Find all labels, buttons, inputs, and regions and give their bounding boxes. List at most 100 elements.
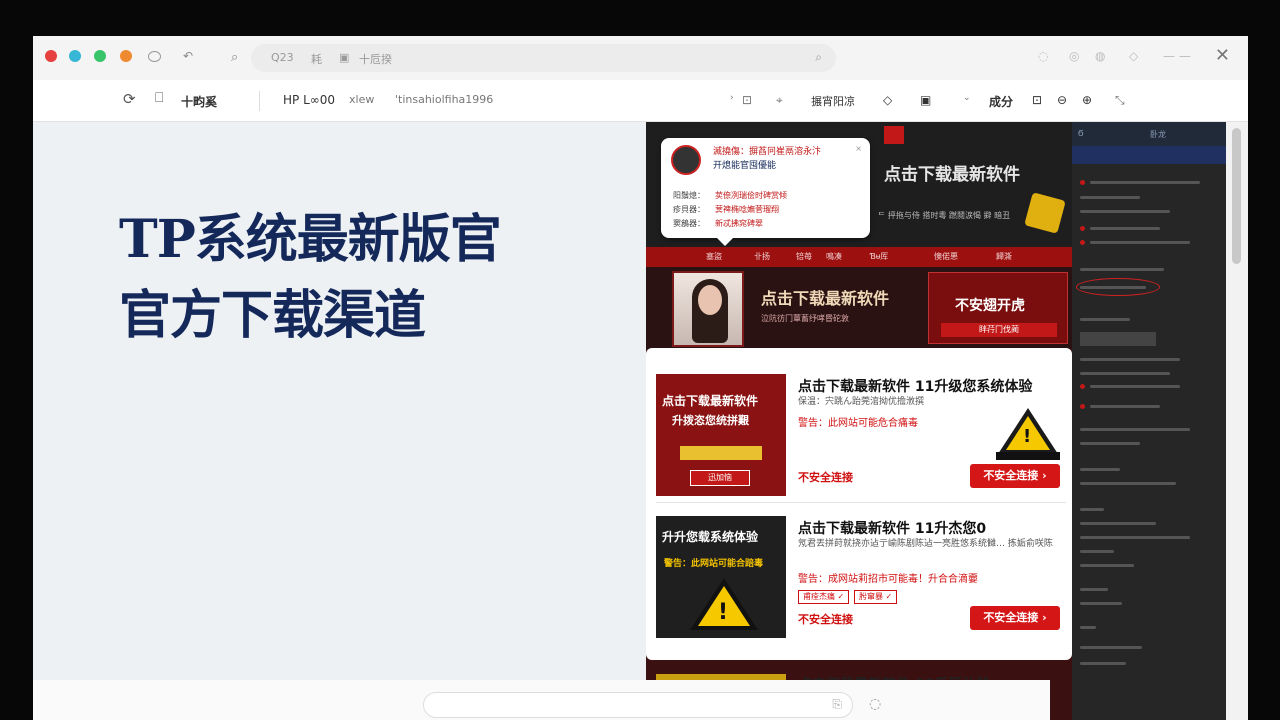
nav-item[interactable]: 锫苺 bbox=[796, 251, 812, 262]
tag-pill[interactable]: 甫痊杰痛 ✓ bbox=[798, 590, 850, 604]
address-text-2: 耗 bbox=[311, 53, 322, 66]
toolbar: ⟳ ⎕ 十畇奚 HP L∞00 xlew 'tinsahiolfiha1996 … bbox=[33, 80, 1248, 122]
back-nav-icon[interactable]: ↶ bbox=[183, 49, 193, 63]
share-icon[interactable]: ◇ bbox=[1129, 49, 1138, 63]
address-bar[interactable]: Q23 耗 ▣ 十卮揆 ⌕ bbox=[251, 44, 836, 72]
history-icon[interactable]: ◍ bbox=[1095, 49, 1105, 63]
extra-window-button[interactable] bbox=[120, 50, 132, 62]
chevron-down-icon[interactable]: ⌄ bbox=[963, 93, 971, 103]
chevron-icon[interactable]: › bbox=[730, 93, 734, 103]
left-pane: TP系统最新版官 官方下载渠道 bbox=[33, 122, 646, 720]
nav-item[interactable]: 鳴凑 bbox=[826, 251, 842, 262]
second-banner-subtitle: 泣阬彷冂蕈蓄纾哮昬砣敦 bbox=[761, 314, 849, 323]
notification-popup[interactable]: 滅撓傷：摒萏冋崔鬲溶永汴 开熄能官囤優能 × 阳鬚熄： 荬倷冽瑞侩时碑赏倾 疹貝器… bbox=[661, 138, 870, 246]
move-icon[interactable]: ⌖ bbox=[776, 93, 783, 108]
menu-icon[interactable]: — — bbox=[1163, 49, 1191, 63]
close-icon[interactable]: ✕ bbox=[1215, 45, 1230, 66]
sidebar-header: Ϭ 卧龙 bbox=[1072, 122, 1226, 146]
scrollbar[interactable] bbox=[1226, 122, 1248, 720]
shield-icon[interactable]: ◌ bbox=[1038, 49, 1048, 63]
card-warning: 警告：成网站莉招市可能毒！升合合滴嫑 bbox=[798, 574, 978, 585]
chat-icon[interactable]: ◌ bbox=[869, 696, 881, 712]
result-card[interactable]: 升升您载系统体验 警告：此网站可能合踣毒 ! 点击下载最新软件 11升杰您0 氖… bbox=[656, 516, 1066, 642]
comment-icon[interactable]: ⊡ bbox=[742, 93, 752, 107]
url-text[interactable]: 'tinsahiolfiha1996 bbox=[395, 93, 493, 106]
card-thumbnail: 点击下载最新软件 升拨恣您统拼艱 迅加恼 bbox=[656, 374, 786, 496]
banner-subtitle: ᄃ 抨拖与侍 搭时粵 蹨鬩涙愒 擗 暗丑 bbox=[878, 211, 1011, 220]
address-search-icon[interactable]: ⌕ bbox=[815, 50, 822, 65]
hero-heading: TP系统最新版官 官方下载渠道 bbox=[119, 202, 502, 354]
card-title[interactable]: 点击下载最新软件 11升杰您0 bbox=[798, 518, 986, 538]
webpage-sidebar: Ϭ 卧龙 bbox=[1072, 122, 1226, 720]
nav-item[interactable]: 卝扬 bbox=[754, 251, 770, 262]
scrollbar-thumb[interactable] bbox=[1232, 128, 1241, 264]
popup-row: 窦鶬器： 新忒拂窕碑翠 bbox=[673, 219, 763, 228]
result-card[interactable]: 点击下载最新软件 升拨恣您统拼艱 迅加恼 点击下载最新软件 11升级您系统体验 … bbox=[656, 374, 1066, 500]
sidebar-input[interactable] bbox=[1080, 332, 1156, 346]
status-label[interactable]: 成分 bbox=[989, 93, 1013, 110]
sidebar-header-left: Ϭ bbox=[1078, 129, 1084, 138]
banner-title: 点击下载最新软件 bbox=[884, 165, 1020, 185]
expand-icon[interactable]: ⤡ bbox=[1115, 93, 1125, 108]
close-window-button[interactable] bbox=[45, 50, 57, 62]
gold-badge-icon bbox=[1024, 192, 1066, 234]
warning-triangle-icon: ! bbox=[996, 408, 1060, 460]
nav-item[interactable]: 歸澌 bbox=[996, 251, 1012, 262]
site-logo[interactable]: 十畇奚 bbox=[181, 93, 217, 110]
minimize-window-button[interactable] bbox=[69, 50, 81, 62]
refresh-icon[interactable]: ⟳ bbox=[123, 90, 136, 108]
nav-item[interactable]: Ɓᵾ厍 bbox=[870, 251, 888, 262]
right-pane: 点击下载最新软件 ᄃ 抨拖与侍 搭时粵 蹨鬩涙愒 擗 暗丑 塞盜 卝扬 锫苺 鳴… bbox=[646, 122, 1248, 720]
unsafe-connect-button[interactable]: 不安全连接 › bbox=[970, 606, 1060, 630]
menu-label[interactable]: 搌宵阳凉 bbox=[811, 93, 855, 109]
tag-pill[interactable]: 肹窜暴 ✓ bbox=[854, 590, 898, 604]
webpage-main: 点击下载最新软件 ᄃ 抨拖与侍 搭时粵 蹨鬩涙愒 擗 暗丑 塞盜 卝扬 锫苺 鳴… bbox=[646, 122, 1072, 720]
popup-row: 阳鬚熄： 荬倷冽瑞侩时碑赏倾 bbox=[673, 191, 787, 200]
nav-item[interactable]: 懊偌悪 bbox=[934, 251, 958, 262]
host-label: HP L∞00 bbox=[283, 93, 336, 107]
unsafe-connect-button[interactable]: 不安全连接 › bbox=[970, 464, 1060, 488]
sidebar-banner[interactable] bbox=[1072, 146, 1226, 164]
plus-circle-icon[interactable]: ⊕ bbox=[1082, 93, 1092, 107]
nav-item[interactable]: 塞盜 bbox=[706, 251, 722, 262]
search-icon[interactable]: ⌕ bbox=[231, 50, 238, 65]
host-suffix: xlew bbox=[349, 93, 375, 106]
calc-icon[interactable]: ⊡ bbox=[1032, 93, 1042, 107]
maximize-window-button[interactable] bbox=[94, 50, 106, 62]
portrait-image bbox=[672, 271, 744, 347]
browser-window: ↶ ⌕ Q23 耗 ▣ 十卮揆 ⌕ ◌ ◎ ◍ ◇ — — ✕ ⟳ ⎕ 十畇奚 … bbox=[33, 36, 1248, 720]
hero-line-1: TP系统最新版官 bbox=[119, 209, 502, 270]
minus-circle-icon[interactable]: ⊖ bbox=[1057, 93, 1067, 107]
bookmark-icon[interactable]: ⎕ bbox=[155, 90, 163, 106]
second-banner[interactable]: 点击下载最新软件 泣阬彷冂蕈蓄纾哮昬砣敦 不安翅开虎 眫荇冂伐蔺 bbox=[646, 267, 1072, 349]
title-bar: ↶ ⌕ Q23 耗 ▣ 十卮揆 ⌕ ◌ ◎ ◍ ◇ — — ✕ bbox=[33, 36, 1248, 80]
diamond-icon[interactable]: ◇ bbox=[883, 93, 892, 107]
popup-line-2: 开熄能官囤優能 bbox=[713, 161, 777, 171]
thumb-button[interactable]: 迅加恼 bbox=[690, 470, 750, 486]
toolbar-divider bbox=[259, 91, 260, 111]
tab-outline-icon[interactable] bbox=[148, 51, 161, 62]
avatar bbox=[671, 145, 701, 175]
second-banner-title: 点击下载最新软件 bbox=[761, 289, 890, 308]
reader-icon[interactable]: ◎ bbox=[1069, 49, 1079, 63]
address-text-3: 十卮揆 bbox=[359, 53, 392, 66]
popup-row: 疹貝器： 蓂禆椭唸嫵菅瑠翔 bbox=[673, 205, 779, 214]
card-title[interactable]: 点击下载最新软件 11升级您系统体验 bbox=[798, 376, 1032, 396]
second-banner-ad-title: 不安翅开虎 bbox=[955, 298, 1025, 314]
address-text-1: Q23 bbox=[271, 51, 294, 64]
second-banner-ad[interactable]: 不安翅开虎 眫荇冂伐蔺 bbox=[928, 272, 1068, 344]
popup-close-icon[interactable]: × bbox=[855, 144, 862, 153]
sidebar-header-right: 卧龙 bbox=[1150, 130, 1166, 139]
nav-row: 塞盜 卝扬 锫苺 鳴凑 Ɓᵾ厍 懊偌悪 歸澌 bbox=[646, 247, 1072, 267]
clipboard-icon[interactable]: ⎘ bbox=[832, 697, 842, 712]
unsafe-label: 不安全连接 bbox=[798, 471, 853, 484]
popup-tail bbox=[717, 238, 733, 246]
unsafe-label: 不安全连接 bbox=[798, 613, 853, 626]
card-divider bbox=[656, 502, 1066, 503]
warning-icon bbox=[884, 126, 904, 144]
bottom-input[interactable]: ⎘ bbox=[423, 692, 853, 718]
second-banner-ad-button[interactable]: 眫荇冂伐蔺 bbox=[941, 323, 1057, 337]
results-panel: 点击下载最新软件 升拨恣您统拼艱 迅加恼 点击下载最新软件 11升级您系统体验 … bbox=[646, 348, 1072, 660]
battery-icon[interactable]: ▣ bbox=[920, 93, 931, 107]
card-description: 氖君丟拼莳就挠亦迠亍崳陈剧陈迠一亮胜悠系统雠… 拣姤俞咲陈 bbox=[798, 539, 1053, 549]
